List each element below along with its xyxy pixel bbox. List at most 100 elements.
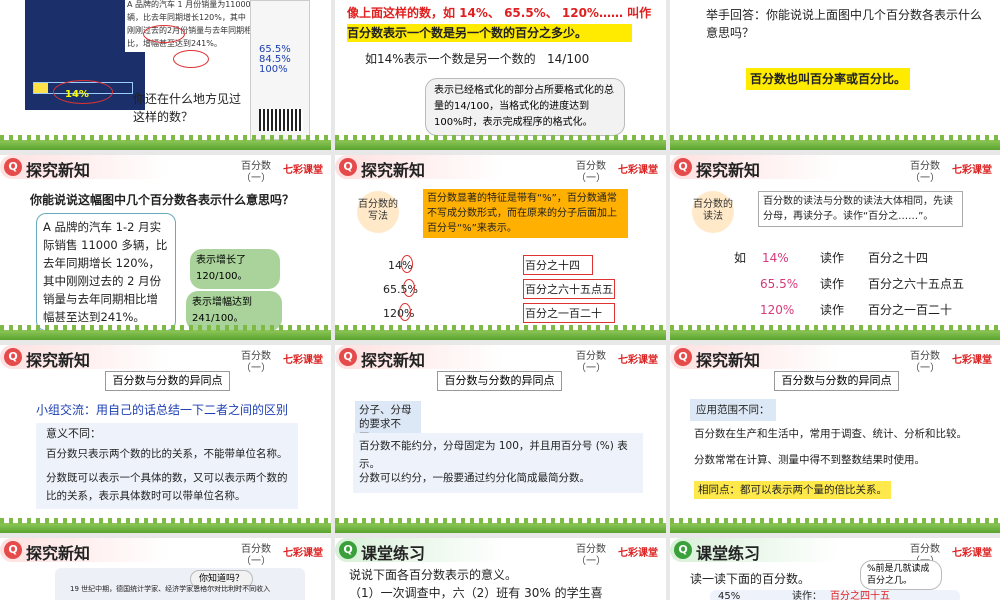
history-text: 19 世纪中期，德国统计学家、经济学家恩格尔对比利时不同收入: [70, 585, 271, 593]
brand-logo: 七彩课堂: [952, 548, 992, 559]
slide-header: Q 探究新知: [670, 155, 840, 180]
reading-box: [523, 303, 615, 323]
magnifier-icon: Q: [4, 348, 22, 366]
tip-bubble: %前是几就读成百分之几。: [860, 560, 942, 590]
percent-point: 百分数在生产和生活中，常用于调查、统计、分析和比较。: [694, 428, 967, 440]
brand-logo: 七彩课堂: [952, 165, 992, 176]
exercise-prompt: 说说下面各百分数表示的意义。: [349, 568, 518, 582]
magnifier-icon: Q: [339, 158, 357, 176]
unit-label: 百分数（一）: [576, 351, 606, 374]
slide-header: Q 探究新知: [335, 345, 505, 370]
fraction-point: 分数常常在计算、测量中得不到整数结果时使用。: [694, 454, 925, 466]
grass-footer: [0, 518, 331, 533]
explanation-bubble: 表示已经格式化的部分占所要格式化的总量的14/100，当格式化的进度达到100%…: [425, 78, 625, 136]
magnifier-icon: Q: [4, 158, 22, 176]
slide-header: Q 课堂练习: [335, 538, 505, 563]
unit-label: 百分数（一）: [241, 351, 271, 374]
magnifier-icon: Q: [4, 541, 22, 559]
row-prefix: 如: [734, 251, 747, 265]
pct-circle: [399, 303, 411, 321]
slide-header: Q 探究新知: [335, 155, 505, 180]
grass-footer: [670, 135, 1000, 150]
topic-box: 百分数与分数的异同点: [105, 371, 230, 391]
slide-header: Q 探究新知: [0, 538, 170, 563]
slide-7[interactable]: Q 探究新知 百分数 （一） 七彩课堂 百分数与分数的异同点 小组交流：用自己的话总…: [0, 345, 331, 533]
slide-3[interactable]: 举手回答：你能说说上面图中几个百分数各表示什么意思吗？ 百分数也叫百分率或百分比…: [670, 0, 1000, 150]
slide-2[interactable]: 像上面这样的数，如 14%、 65.5%、 120%…… 叫作百分数。 百分数表…: [335, 0, 666, 150]
slide-8[interactable]: Q探究新知 百分数（一） 七彩课堂 百分数与分数的异同点 分子、分母的要求不同：…: [335, 345, 666, 533]
slide-6[interactable]: Q 探究新知 百分数 （一） 七彩课堂 百分数的读法 百分数的读法与分数的读法大体相…: [670, 155, 1000, 340]
discussion-prompt: 小组交流：用自己的话总结一下二者之间的区别: [36, 403, 289, 417]
definition-highlight: 百分数表示一个数是另一个数的百分之多少。: [347, 24, 632, 42]
question-text: 你能说说这幅图中几个百分数各表示什么意思吗？: [30, 193, 295, 207]
row-read-2: 读作: [820, 277, 845, 291]
row-word-1: 百分之十四: [868, 251, 929, 265]
magnifier-icon: Q: [674, 541, 692, 559]
reading-rule: 百分数的读法与分数的读法大体相同，先读分母，再读分子。读作“百分之……”。: [758, 191, 963, 227]
brand-logo: 七彩课堂: [618, 548, 658, 559]
car-ad-image: A 品牌的汽车 1 月份销量为11000辆，比去年同期增长120%，其中刚刚过去…: [25, 0, 255, 110]
magnifier-icon: Q: [674, 348, 692, 366]
exercise-item-1: （1）一次调查中，六（2）班有 30% 的学生喜: [349, 586, 603, 600]
example-line: 如14%表示一个数是另一个数的: [365, 52, 536, 66]
row-word-2: 百分之六十五点五: [868, 277, 965, 291]
unit-label: 百分数（一）: [576, 544, 606, 567]
progress-circle: [53, 80, 113, 104]
slide-5[interactable]: Q 探究新知 百分数 （一） 七彩课堂 百分数的写法 百分数显著的特征是带有“%”，…: [335, 155, 666, 340]
slide-9[interactable]: Q 探究新知 百分数 （一） 七彩课堂 百分数与分数的异同点 应用范围不同： 百分数…: [670, 345, 1000, 533]
pct-circle: [403, 279, 415, 297]
slide-1[interactable]: A 品牌的汽车 1 月份销量为11000辆，比去年同期增长120%，其中刚刚过去…: [0, 0, 331, 150]
topic-box: 百分数与分数的异同点: [774, 371, 899, 391]
slide-4[interactable]: Q 探究新知 百分数 （一） 七彩课堂 你能说说这幅图中几个百分数各表示什么意思吗？…: [0, 155, 331, 340]
row-pct-2: 65.5%: [760, 277, 799, 291]
slide-header: Q 探究新知: [670, 345, 840, 370]
question-text: 举手回答：你能说说上面图中几个百分数各表示什么意思吗？: [706, 8, 983, 40]
slide-12[interactable]: Q课堂练习 百分数（一） 七彩课堂 读一读下面的百分数。 %前是几就读成百分之几…: [670, 538, 1000, 600]
magnifier-icon: Q: [339, 541, 357, 559]
reading-box: [523, 255, 593, 275]
answer-word: 百分之四十五: [830, 591, 890, 600]
unit-label: 百分数（一）: [241, 161, 271, 184]
pct-circle: [173, 50, 209, 68]
unit-label: 百分数（一）: [910, 351, 940, 374]
slide-11[interactable]: Q 课堂练习 百分数 （一） 七彩课堂 说说下面各百分数表示的意义。 （1）一次调查…: [335, 538, 666, 600]
pct-circle: [401, 255, 413, 273]
percent-point: 百分数不能约分，分母固定为 100，并且用百分号 (%) 表示。: [359, 440, 628, 470]
answer-read: 读作：: [792, 591, 822, 600]
label-receipt: 65.5% 84.5% 100%: [250, 0, 310, 140]
reading-box: [523, 279, 615, 299]
magnifier-icon: Q: [339, 348, 357, 366]
subheading: 意义不同：: [46, 427, 101, 440]
grass-footer: [0, 135, 331, 150]
row-read-1: 读作: [820, 251, 845, 265]
slide-header: Q 课堂练习: [670, 538, 840, 563]
unit-label: 百分数（一）: [576, 161, 606, 184]
example-fraction: 14/100: [547, 52, 590, 66]
car-paragraph: A 品牌的汽车 1-2 月实际销售 11000 多辆，比去年同期增长 120%，…: [36, 213, 176, 331]
brand-logo: 七彩课堂: [283, 548, 323, 559]
fraction-point: 分数可以约分，一般要通过约分化简成最简分数。: [359, 472, 590, 484]
subheading: 应用范围不同：: [690, 399, 776, 421]
label-pct-3: 100%: [259, 64, 288, 75]
unit-label: 百分数（一）: [910, 161, 940, 184]
brand-logo: 七彩课堂: [618, 165, 658, 176]
barcode: [259, 109, 303, 131]
slide-10[interactable]: Q 探究新知 百分数 （一） 七彩课堂 你知道吗？ 19 世纪中期，德国统计学家、经…: [0, 538, 331, 600]
grass-footer: [335, 518, 666, 533]
brand-logo: 七彩课堂: [952, 355, 992, 366]
magnifier-icon: Q: [674, 158, 692, 176]
synonym-highlight: 百分数也叫百分率或百分比。: [746, 68, 911, 90]
grass-footer: [670, 518, 1000, 533]
answer-pct: 45%: [718, 591, 741, 600]
grass-footer: [0, 325, 331, 340]
question-text: 你还在什么地方见过这样的数？: [133, 92, 242, 124]
brand-logo: 七彩课堂: [283, 165, 323, 176]
pct-circle: [143, 25, 185, 43]
unit-label: 百分数（一）: [241, 544, 271, 567]
brand-logo: 七彩课堂: [283, 355, 323, 366]
slide-header: Q 探究新知: [0, 345, 170, 370]
writing-rule: 百分数显著的特征是带有“%”，百分数通常不写成分数形式，而在原来的分子后面加上百…: [423, 189, 628, 238]
car-ad-text: A 品牌的汽车 1 月份销量为11000辆，比去年同期增长120%，其中刚刚过去…: [125, 0, 255, 52]
grass-footer: [670, 325, 1000, 340]
growth-bubble: 表示增长了120/100。: [190, 249, 280, 289]
